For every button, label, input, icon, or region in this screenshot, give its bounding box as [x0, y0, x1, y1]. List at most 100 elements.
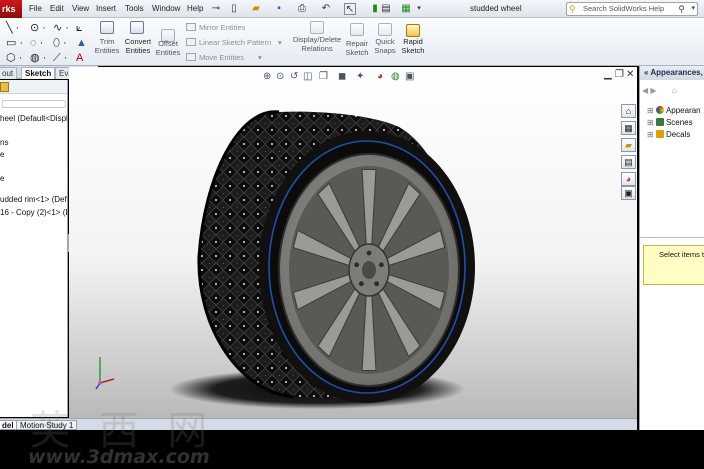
- relations-label-line1: Display/Delete: [292, 35, 342, 44]
- rapid-sketch-icon[interactable]: [406, 24, 420, 37]
- expand-icon[interactable]: ⊞: [647, 106, 654, 115]
- rectangle-tool-icon[interactable]: ▭ ·: [6, 37, 23, 49]
- select-pointer-icon[interactable]: ↖: [344, 3, 356, 15]
- task-pane-divider[interactable]: [640, 237, 704, 238]
- task-pane-title: « Appearances, S: [640, 66, 704, 80]
- tree-filter-input[interactable]: [2, 100, 66, 108]
- tree-item-sensors[interactable]: ns: [0, 138, 8, 147]
- pattern-dropdown-icon[interactable]: ▾: [278, 38, 282, 47]
- coordinate-triad: [95, 357, 115, 390]
- file-explorer-icon[interactable]: ▰: [621, 138, 636, 152]
- trim-label-line2: Entities: [94, 46, 120, 55]
- lug-nut: [378, 262, 384, 268]
- task-pane-title-text: Appearances, S: [650, 68, 704, 77]
- rapid-label-line1: Rapid: [403, 37, 423, 46]
- plane-tool-icon[interactable]: ▲: [76, 37, 87, 49]
- tree-item-root[interactable]: heel (Default<Displa: [0, 114, 67, 123]
- expand-icon[interactable]: ⊞: [647, 130, 654, 139]
- tree-item-rim[interactable]: udded rim<1> (Def: [0, 195, 67, 204]
- tree-item-tire[interactable]: 16 - Copy (2)<1> (D: [0, 208, 67, 217]
- trim-entities-button[interactable]: Trim Entities: [90, 37, 124, 55]
- rapid-sketch-button[interactable]: Rapid Sketch: [398, 37, 428, 55]
- solidworks-logo: rks: [0, 0, 22, 18]
- save-icon[interactable]: ▪: [273, 3, 285, 15]
- wheel-model[interactable]: ●●●: [69, 67, 637, 418]
- design-library-icon[interactable]: ▦: [621, 121, 636, 135]
- print-icon[interactable]: ⎙: [296, 3, 308, 15]
- tree-item-scenes[interactable]: ⊞ Scenes: [647, 118, 693, 127]
- options-dropdown-icon[interactable]: ▾: [413, 3, 425, 15]
- move-dropdown-icon[interactable]: ▾: [258, 53, 262, 62]
- hub-center: [362, 261, 376, 279]
- relations-icon[interactable]: [310, 21, 324, 34]
- point-tool-icon[interactable]: ◍ ·: [30, 52, 46, 64]
- tree-header: [0, 80, 67, 94]
- move-entities-icon[interactable]: [186, 53, 196, 61]
- mirror-entities-button[interactable]: Mirror Entities: [199, 23, 245, 32]
- line-tool-icon[interactable]: ╲ ·: [6, 22, 19, 34]
- appearance-ball-icon: [655, 106, 664, 114]
- resources-icon[interactable]: ⌂: [621, 104, 636, 118]
- offset-entities-button[interactable]: Offset Entities: [152, 39, 184, 57]
- view-palette-icon[interactable]: ▤: [621, 155, 636, 169]
- relations-label-line2: Relations: [301, 44, 333, 53]
- menu-edit[interactable]: Edit: [50, 4, 64, 13]
- options-icon[interactable]: ▦: [400, 3, 412, 15]
- mirror-entities-icon[interactable]: [186, 23, 196, 31]
- tree-item-appearances[interactable]: ⊞ Appearan: [647, 106, 701, 115]
- quick-snaps-icon[interactable]: [378, 23, 392, 36]
- sketch-fillet-icon[interactable]: ⟀: [76, 22, 83, 34]
- quick-snaps-button[interactable]: Quick Snaps: [370, 37, 400, 55]
- expand-icon[interactable]: ⊞: [647, 118, 654, 127]
- lug-nut: [354, 262, 360, 268]
- tree-item-decals[interactable]: ⊞ Decals: [647, 130, 690, 139]
- watermark-url: www.3dmax.com: [28, 446, 210, 468]
- repair-sketch-button[interactable]: Repair Sketch: [342, 39, 372, 57]
- home-icon[interactable]: ⌂: [672, 86, 677, 95]
- convert-entities-button[interactable]: Convert Entities: [121, 37, 155, 55]
- menu-window[interactable]: Window: [152, 4, 180, 13]
- menu-help[interactable]: Help: [187, 4, 203, 13]
- open-folder-icon[interactable]: ▰: [250, 3, 262, 15]
- chevron-down-icon[interactable]: ▾: [691, 3, 695, 15]
- scene-icon: [655, 118, 664, 126]
- arc-tool-icon[interactable]: ◌ ·: [30, 37, 43, 49]
- move-entities-button[interactable]: Move Entities: [199, 53, 244, 62]
- menu-insert[interactable]: Insert: [96, 4, 116, 13]
- tree-item-mates[interactable]: e: [0, 174, 4, 183]
- tab-sketch[interactable]: Sketch: [21, 67, 56, 79]
- centerline-tool-icon[interactable]: ⟋ ·: [53, 52, 67, 64]
- help-search-input[interactable]: ⚲ Search SolidWorks Help ⚲ ▾: [566, 2, 698, 16]
- menu-view[interactable]: View: [72, 4, 89, 13]
- search-icon: ⚲: [569, 4, 576, 14]
- pin-icon[interactable]: ⊸: [210, 3, 222, 15]
- tab-layout[interactable]: out: [0, 67, 18, 79]
- new-document-icon[interactable]: ▯: [228, 3, 240, 15]
- ellipse-tool-icon[interactable]: ⬯ ·: [53, 37, 67, 49]
- circle-tool-icon[interactable]: ⊙ ·: [30, 22, 46, 34]
- back-icon[interactable]: ◀ ▶: [642, 86, 657, 95]
- file-properties-icon[interactable]: ▤: [380, 3, 392, 15]
- menu-file[interactable]: File: [29, 4, 42, 13]
- appearances-icon[interactable]: ◕: [621, 172, 636, 186]
- menu-tools[interactable]: Tools: [125, 4, 144, 13]
- undo-icon[interactable]: ↶: [320, 3, 332, 15]
- text-tool-icon[interactable]: A: [76, 52, 83, 64]
- convert-entities-icon[interactable]: [130, 21, 144, 34]
- repair-label-line2: Sketch: [345, 48, 369, 57]
- spline-tool-icon[interactable]: ∿ ·: [53, 22, 69, 34]
- tab-model[interactable]: del: [0, 420, 18, 430]
- graphics-area[interactable]: ⊕ ⊙ ↺ ◫ ❐ ◼ ✦ ◕ ◍ ▣ ▁ ❐ ✕: [69, 67, 637, 418]
- linear-pattern-icon[interactable]: [186, 38, 196, 46]
- trim-entities-icon[interactable]: [100, 21, 114, 34]
- repair-sketch-icon[interactable]: [350, 23, 364, 36]
- convert-label-line2: Entities: [125, 46, 151, 55]
- search-go-icon[interactable]: ⚲: [678, 3, 685, 15]
- display-delete-relations-button[interactable]: Display/Delete Relations: [290, 35, 344, 53]
- custom-properties-icon[interactable]: ▣: [621, 186, 636, 200]
- tree-item-annotations[interactable]: e: [0, 150, 4, 159]
- feature-manager-tree: heel (Default<Displa ns e e udded rim<1>…: [0, 80, 68, 417]
- linear-sketch-pattern-button[interactable]: Linear Sketch Pattern: [199, 38, 271, 47]
- lug-nut: [374, 281, 380, 287]
- polygon-tool-icon[interactable]: ⬡ ·: [6, 52, 22, 64]
